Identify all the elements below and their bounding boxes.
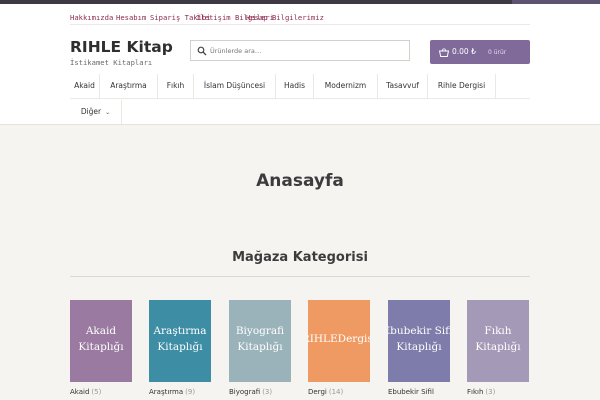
nav-more-label: Diğer <box>80 107 102 116</box>
category-count: (9) <box>185 388 196 396</box>
category-tile-text: RIHLEDergisi <box>308 333 370 345</box>
site-tagline: İstikamet Kitapları <box>70 58 153 67</box>
top-divider <box>70 24 530 25</box>
page-title: Anasayfa <box>256 171 344 191</box>
category-label-ebubekir-sifil[interactable]: Ebubekir Sifil <box>388 388 436 396</box>
site-title[interactable]: RIHLE Kitap <box>70 38 173 56</box>
category-tile-fikih[interactable]: Fıkıh Kitaplığı <box>467 300 529 382</box>
category-count: (14) <box>328 388 344 396</box>
category-label-akaid[interactable]: Akaid (5) <box>70 388 101 396</box>
category-label-biyografi[interactable]: Biyografi (3) <box>229 388 272 396</box>
category-tile-text: Akaid Kitaplığı <box>78 325 124 353</box>
category-tile-biyografi[interactable]: Biyografi Kitaplığı <box>229 300 291 382</box>
category-label-fikih[interactable]: Fıkıh (3) <box>467 388 495 396</box>
nav-item-islam-dusuncesi[interactable]: İslam Düşüncesi <box>194 74 276 98</box>
search-icon <box>197 46 207 56</box>
search-input[interactable]: Ürünlerde ara… <box>190 40 410 61</box>
nav-item-rihle-dergisi[interactable]: Rihle Dergisi <box>428 74 496 98</box>
category-tile-text: Biyografi Kitaplığı <box>235 325 285 353</box>
nav-item-akaid[interactable]: Akaid <box>70 74 100 98</box>
category-count: (3) <box>485 388 496 396</box>
category-tile-arastirma[interactable]: Araştırma Kitaplığı <box>149 300 211 382</box>
category-label-dergi[interactable]: Dergi (14) <box>308 388 343 396</box>
cart-button[interactable]: 0.00 ₺ 0 ürür <box>430 40 530 64</box>
site-header: Hakkımızda Hesabım Sipariş Takibi İletiş… <box>0 4 600 125</box>
category-tile-text: Fıkıh Kitaplığı <box>475 325 521 353</box>
category-count: (5) <box>91 388 102 396</box>
nav-item-hadis[interactable]: Hadis <box>276 74 314 98</box>
category-count: (3) <box>262 388 273 396</box>
cart-amount: 0.00 ₺ <box>452 47 476 56</box>
cart-count: 0 ürür <box>488 49 507 56</box>
chevron-down-icon: ⌄ <box>105 109 111 116</box>
category-tile-akaid[interactable]: Akaid Kitaplığı <box>70 300 132 382</box>
search-placeholder: Ürünlerde ara… <box>210 47 262 55</box>
main-nav: Akaid Araştırma Fıkıh İslam Düşüncesi Ha… <box>0 74 600 129</box>
nav-divider <box>70 98 530 99</box>
basket-icon <box>439 48 449 57</box>
nav-item-arastirma[interactable]: Araştırma <box>100 74 158 98</box>
category-tile-text: Araştırma Kitaplığı <box>153 325 207 353</box>
nav-item-modernizm[interactable]: Modernizm <box>314 74 378 98</box>
category-tile-text: Ebubekir SifilKitaplığı <box>388 325 450 353</box>
section-divider <box>70 276 530 277</box>
category-tile-dergi[interactable]: RIHLEDergisi <box>308 300 370 382</box>
nav-item-tasavvuf[interactable]: Tasavvuf <box>378 74 428 98</box>
nav-item-more[interactable]: Diğer ⌄ <box>70 100 122 124</box>
category-label-arastirma[interactable]: Araştırma (9) <box>149 388 195 396</box>
category-tile-ebubekir-sifil[interactable]: Ebubekir SifilKitaplığı <box>388 300 450 382</box>
section-title: Mağaza Kategorisi <box>232 250 368 265</box>
nav-item-fikih[interactable]: Fıkıh <box>158 74 194 98</box>
